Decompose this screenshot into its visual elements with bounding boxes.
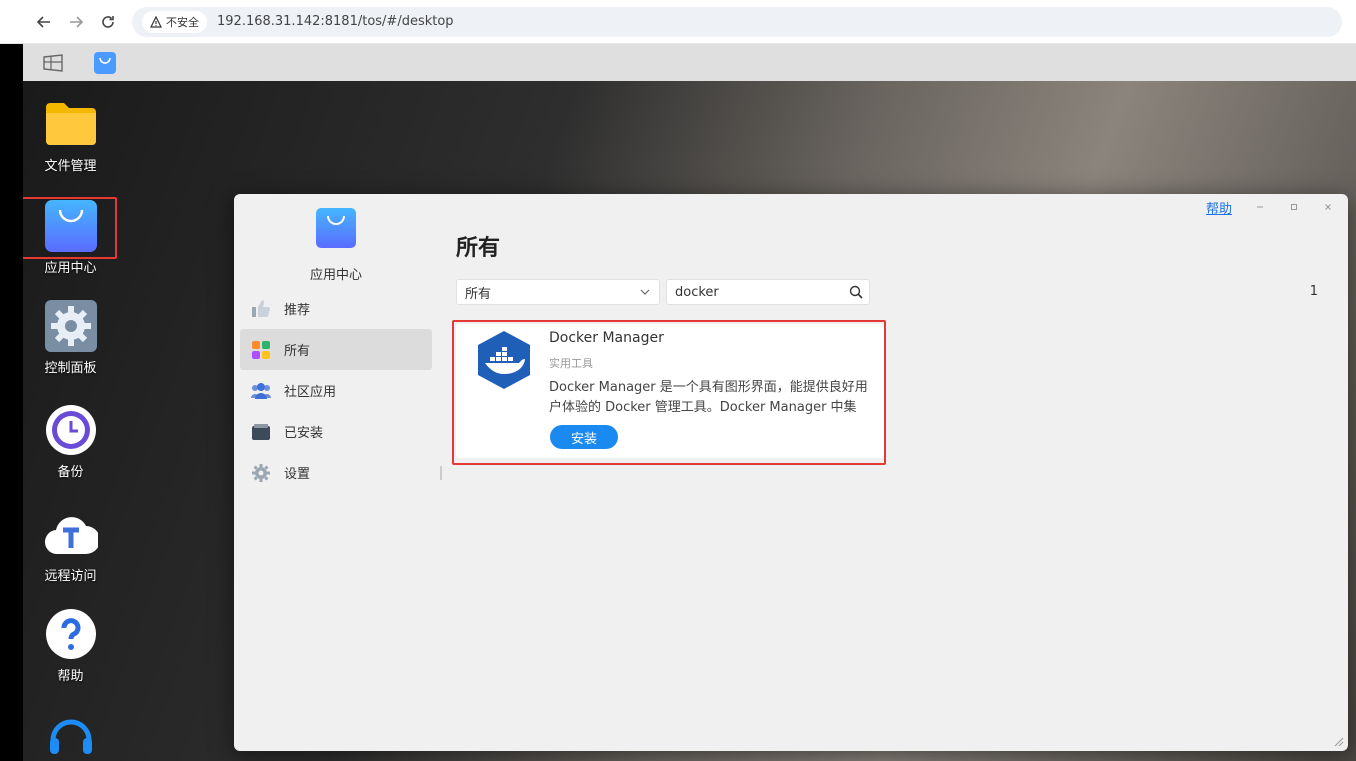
app-list-content: 所有 所有 1 Docker Manager 实用工具 Docker Manag…	[452, 194, 1348, 751]
arrow-left-icon	[37, 15, 50, 28]
desktop-icon-file-manager[interactable]: 文件管理	[23, 97, 118, 174]
grid-icon	[250, 339, 272, 361]
app-card-highlight-box	[452, 320, 886, 465]
sidebar-menu: 推荐 所有 社区应用 已安装 设置	[240, 288, 432, 493]
url-text: 192.168.31.142:8181/tos/#/desktop	[217, 14, 454, 29]
folder-icon	[44, 97, 98, 151]
forward-button[interactable]	[60, 6, 92, 38]
search-box[interactable]	[666, 279, 870, 305]
sidebar-item-label: 社区应用	[284, 385, 337, 400]
desktop-icon-control-panel[interactable]: 控制面板	[23, 299, 118, 376]
sidebar-item-label: 设置	[284, 467, 311, 482]
gear-icon	[44, 299, 98, 353]
sidebar-item-recommended[interactable]: 推荐	[240, 288, 432, 329]
app-center-title: 应用中心	[309, 268, 362, 283]
cloud-t-icon	[44, 507, 98, 561]
warning-icon	[150, 15, 162, 28]
reload-button[interactable]	[92, 6, 124, 38]
settings-icon	[250, 462, 272, 484]
browser-toolbar: 不安全 192.168.31.142:8181/tos/#/desktop	[0, 0, 1356, 44]
desktop-icon-help[interactable]: 帮助	[23, 607, 118, 684]
taskbar	[23, 44, 1356, 81]
sidebar-item-all[interactable]: 所有	[240, 329, 432, 370]
app-center-window: 帮助 应用中心 推荐 所有 社区应用 已安装 设置 所有 所有 docker 1…	[234, 194, 1348, 751]
headset-icon	[44, 709, 98, 761]
clock-icon	[44, 403, 98, 457]
desktop-highlight-box	[23, 197, 117, 259]
search-input[interactable]	[675, 284, 849, 300]
result-count: 1	[1309, 284, 1318, 299]
address-bar[interactable]: 不安全 192.168.31.142:8181/tos/#/desktop	[132, 6, 1342, 37]
sidebar-item-label: 所有	[284, 344, 311, 359]
resize-handle-icon[interactable]	[1334, 737, 1344, 747]
shopping-bag-icon	[94, 51, 116, 74]
sidebar-item-settings[interactable]: 设置	[240, 452, 432, 493]
search-icon[interactable]	[849, 285, 863, 299]
installed-icon	[250, 421, 272, 443]
security-badge[interactable]: 不安全	[142, 10, 207, 33]
thumbs-up-icon	[250, 298, 272, 320]
category-select[interactable]: 所有	[456, 279, 660, 305]
chevron-down-icon	[640, 289, 650, 295]
shopping-bag-icon	[316, 208, 356, 248]
back-button[interactable]	[28, 6, 60, 38]
desktop-icon-remote-access[interactable]: 远程访问	[23, 507, 118, 584]
security-label: 不安全	[166, 15, 199, 29]
community-icon	[250, 380, 272, 402]
desktop-icon-support[interactable]	[23, 709, 118, 761]
taskbar-start-button[interactable]	[41, 51, 65, 75]
window-switcher-icon	[43, 53, 63, 72]
sidebar-item-label: 推荐	[284, 303, 311, 318]
question-icon	[44, 607, 98, 661]
taskbar-app-center[interactable]	[93, 51, 117, 75]
sidebar-item-installed[interactable]: 已安装	[240, 411, 432, 452]
sidebar-scrollbar[interactable]	[440, 466, 442, 480]
sidebar-item-label: 已安装	[284, 426, 324, 441]
sidebar-item-community[interactable]: 社区应用	[240, 370, 432, 411]
reload-icon	[102, 15, 114, 28]
left-edge	[0, 44, 23, 761]
category-select-value: 所有	[465, 286, 492, 302]
app-center-sidebar: 应用中心 推荐 所有 社区应用 已安装 设置	[234, 194, 442, 751]
desktop-icon-backup[interactable]: 备份	[23, 403, 118, 480]
arrow-right-icon	[70, 15, 83, 28]
page-title: 所有	[456, 236, 501, 261]
